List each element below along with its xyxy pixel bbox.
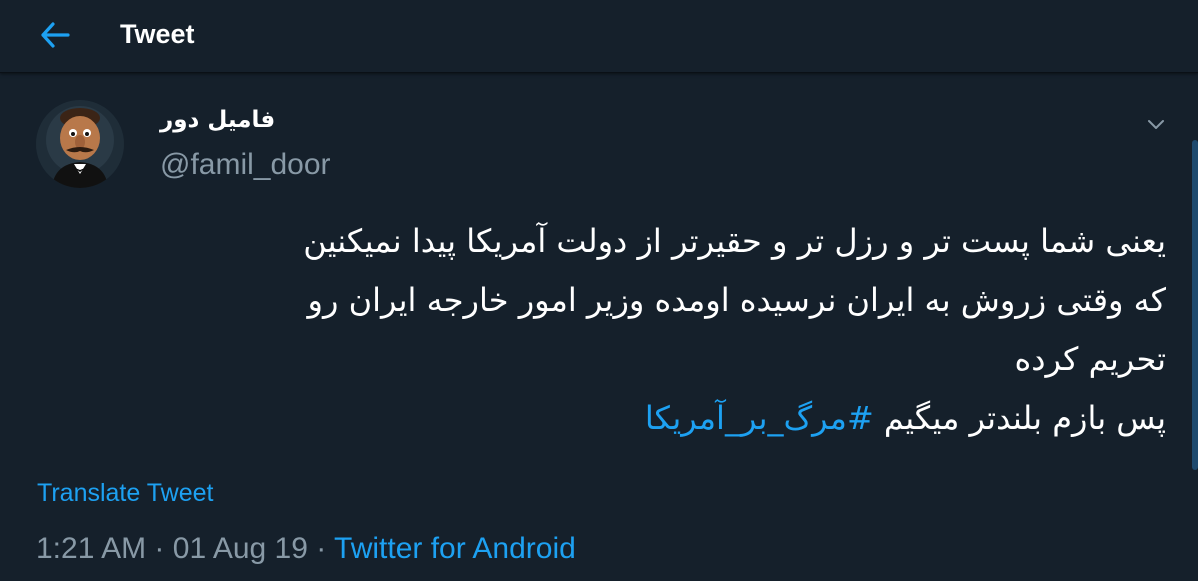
tweet-text-line-last: پس بازم بلندتر میگیم #مرگ_بر_آمریکا [40,389,1166,448]
author-name[interactable]: فامیل دور [160,103,275,137]
meta-separator: · [154,532,165,565]
tweet-text-line: یعنی شما پست تر و رزل تر و حقیرتر از دول… [303,222,1166,260]
page-title: Tweet [120,19,195,49]
tweet-text-segment: پس بازم بلندتر میگیم [873,399,1166,437]
top-app-bar: Tweet [0,0,1198,73]
scrollbar[interactable] [1192,140,1198,470]
chevron-down-icon [1148,120,1164,129]
back-button[interactable] [34,14,76,56]
tweet-date: 01 Aug 19 [172,532,308,565]
tweet-source-link[interactable]: Twitter for Android [334,532,576,565]
translate-tweet-link[interactable]: Translate Tweet [37,475,213,511]
hashtag-link[interactable]: #مرگ_بر_آمریکا [645,399,874,437]
meta-separator: · [316,532,327,565]
tweet-text-line: تحریم کرده [1014,340,1167,378]
tweet-time: 1:21 AM [36,532,147,565]
tweet-text: یعنی شما پست تر و رزل تر و حقیرتر از دول… [40,212,1166,448]
tweet-metadata: 1:21 AM · 01 Aug 19 · Twitter for Androi… [36,529,576,569]
tweet-menu-button[interactable] [1140,110,1172,140]
tweet-text-line: که وقتی زروش به ایران نرسیده اومده وزیر … [307,281,1166,319]
arrow-left-icon [41,22,70,48]
puppet-avatar-icon [36,100,124,188]
avatar[interactable] [36,100,124,188]
author-handle[interactable]: @famil_door [160,147,331,183]
